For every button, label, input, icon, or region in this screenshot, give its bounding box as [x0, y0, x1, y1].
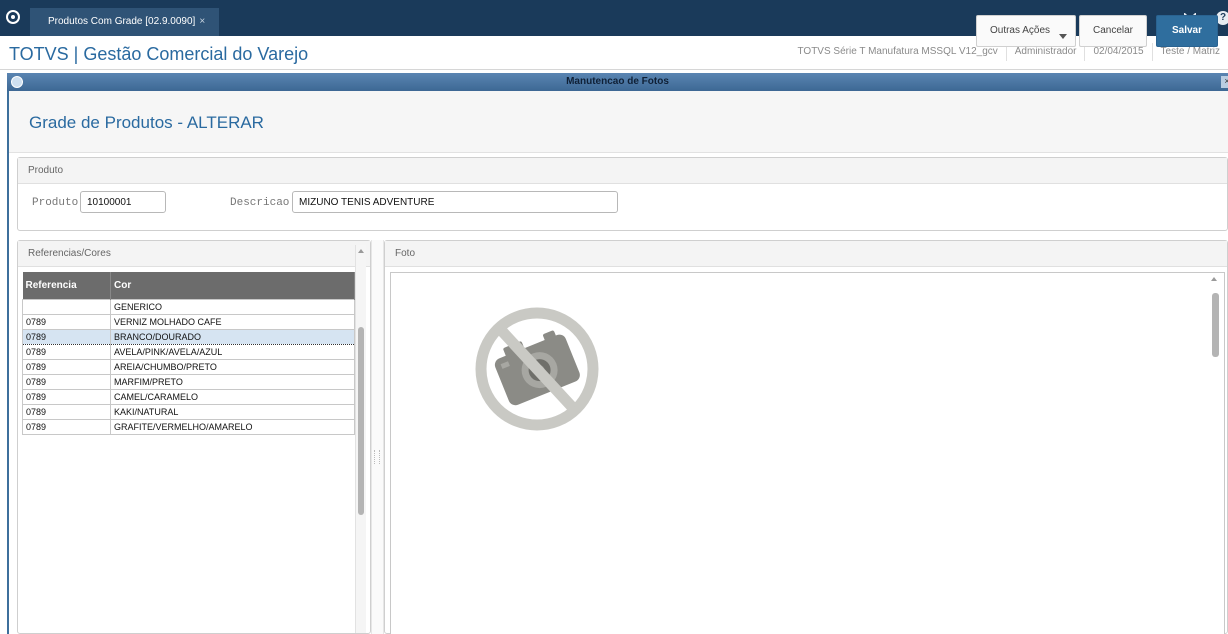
form-header: Grade de Produtos - ALTERAR: [9, 91, 1228, 153]
scrollbar-thumb[interactable]: [358, 327, 364, 515]
cell-referencia: 0789: [22, 404, 111, 420]
cell-cor: KAKI/NATURAL: [110, 404, 355, 420]
table-row-selected[interactable]: 0789 BRANCO/DOURADO: [22, 328, 355, 345]
environment-label[interactable]: TOTVS Série T Manufatura MSSQL V12_gcv: [789, 43, 1005, 61]
cell-cor: BRANCO/DOURADO: [110, 328, 355, 345]
referencias-scrollbar[interactable]: [355, 245, 366, 633]
no-photo-icon: [475, 307, 599, 431]
photo-viewer[interactable]: [390, 272, 1225, 634]
cell-referencia: 0789: [22, 374, 111, 390]
scroll-up-icon[interactable]: [358, 249, 364, 253]
table-row[interactable]: 0789 CAMEL/CARAMELO: [22, 389, 355, 405]
dialog-close-icon[interactable]: ×: [1221, 76, 1228, 88]
table-row[interactable]: 0789 GRAFITE/VERMELHO/AMARELO: [22, 419, 355, 435]
referencias-panel: Referencias/Cores Referencia Cor GENERIC…: [17, 240, 371, 634]
produto-field[interactable]: 10100001: [80, 191, 166, 213]
table-row[interactable]: GENERICO: [22, 298, 355, 315]
cell-referencia: 0789: [22, 419, 111, 435]
tab-label: Produtos Com Grade [02.9.0090]: [48, 16, 196, 27]
cell-cor: MARFIM/PRETO: [110, 374, 355, 390]
save-button[interactable]: Salvar: [1156, 15, 1218, 47]
dialog-caption: Manutencao de Fotos: [566, 76, 669, 87]
cell-cor: VERNIZ MOLHADO CAFE: [110, 314, 355, 330]
cell-cor: AVELA/PINK/AVELA/AZUL: [110, 344, 355, 360]
table-row[interactable]: 0789 VERNIZ MOLHADO CAFE: [22, 314, 355, 330]
cell-cor: AREIA/CHUMBO/PRETO: [110, 359, 355, 375]
cell-referencia: 0789: [22, 328, 111, 345]
table-row[interactable]: 0789 AVELA/PINK/AVELA/AZUL: [22, 344, 355, 360]
cell-referencia: 0789: [22, 359, 111, 375]
chevron-down-icon: [1059, 34, 1067, 39]
panel-splitter[interactable]: [371, 240, 384, 634]
cell-referencia: 0789: [22, 314, 111, 330]
more-actions-button[interactable]: Outras Ações: [976, 15, 1076, 47]
splitter-grip-icon[interactable]: [374, 450, 380, 464]
foto-panel-heading: Foto: [385, 241, 1227, 267]
cell-referencia: [22, 298, 111, 315]
produto-label: Produto: [32, 197, 79, 209]
cell-referencia: 0789: [22, 344, 111, 360]
column-header-cor[interactable]: Cor: [110, 272, 355, 299]
table-row[interactable]: 0789 MARFIM/PRETO: [22, 374, 355, 390]
cell-cor: CAMEL/CARAMELO: [110, 389, 355, 405]
foto-panel: Foto: [384, 240, 1228, 634]
column-header-referencia[interactable]: Referencia: [22, 272, 111, 299]
table-header-row: Referencia Cor: [22, 272, 355, 299]
dialog-title-bar: Manutencao de Fotos ×: [7, 73, 1228, 91]
cell-cor: GRAFITE/VERMELHO/AMARELO: [110, 419, 355, 435]
tab-close-icon[interactable]: ×: [199, 16, 205, 27]
scrollbar-thumb[interactable]: [1212, 293, 1219, 357]
table-row[interactable]: 0789 AREIA/CHUMBO/PRETO: [22, 359, 355, 375]
produto-panel-heading: Produto: [18, 158, 1227, 184]
foto-scrollbar[interactable]: [1207, 273, 1221, 633]
tab-produtos-com-grade[interactable]: Produtos Com Grade [02.9.0090] ×: [30, 8, 220, 36]
totvs-logo-icon[interactable]: [6, 10, 20, 24]
form-title: Grade de Produtos - ALTERAR: [29, 113, 264, 132]
referencias-table: Referencia Cor GENERICO 0789 VERNIZ MOLH…: [22, 272, 355, 435]
cancel-button[interactable]: Cancelar: [1079, 15, 1147, 47]
cell-cor: GENERICO: [110, 298, 355, 315]
descricao-label: Descricao: [230, 197, 290, 209]
more-actions-label: Outras Ações: [989, 25, 1051, 36]
scroll-up-icon[interactable]: [1211, 277, 1217, 281]
descricao-field[interactable]: MIZUNO TENIS ADVENTURE: [292, 191, 618, 213]
produto-panel: Produto Produto 10100001 Descricao MIZUN…: [17, 157, 1228, 231]
cell-referencia: 0789: [22, 389, 111, 405]
table-row[interactable]: 0789 KAKI/NATURAL: [22, 404, 355, 420]
app-title: TOTVS | Gestão Comercial do Varejo: [9, 44, 309, 64]
referencias-panel-heading: Referencias/Cores: [18, 241, 370, 267]
